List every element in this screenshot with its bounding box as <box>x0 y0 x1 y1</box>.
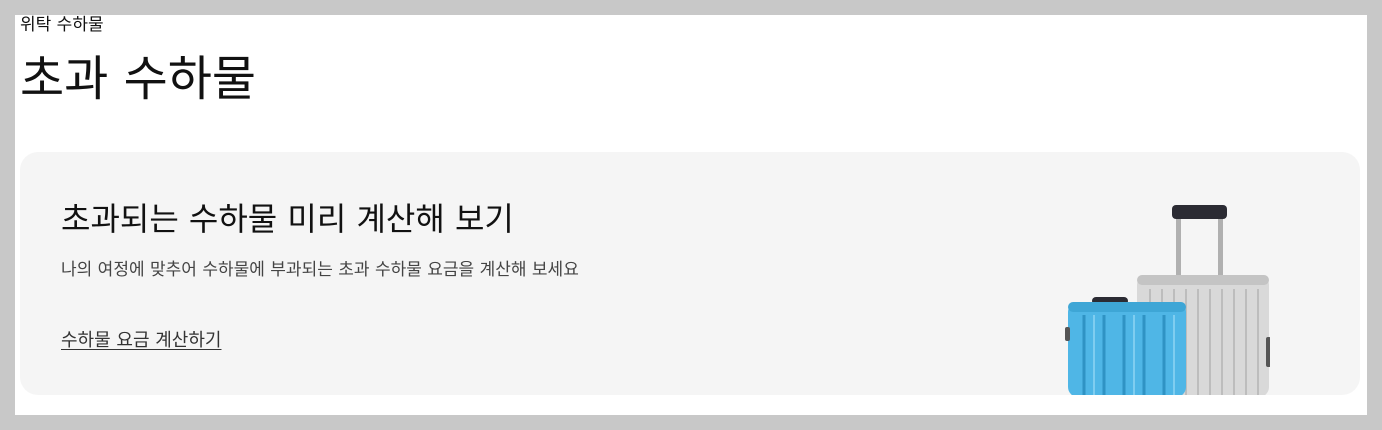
breadcrumb[interactable]: 위탁 수하물 <box>20 15 104 35</box>
page-title: 초과 수하물 <box>20 51 257 107</box>
calculate-baggage-fee-link[interactable]: 수하물 요금 계산하기 <box>61 329 221 353</box>
card-title: 초과되는 수하물 미리 계산해 보기 <box>61 200 514 238</box>
card-description: 나의 여정에 맞추어 수하물에 부과되는 초과 수하물 요금을 계산해 보세요 <box>61 260 579 280</box>
luggage-illustration <box>1065 205 1270 395</box>
page-container: 위탁 수하물 초과 수하물 초과되는 수하물 미리 계산해 보기 나의 여정에 … <box>15 15 1367 415</box>
blue-suitcase <box>1065 297 1186 395</box>
baggage-calculator-card: 초과되는 수하물 미리 계산해 보기 나의 여정에 맞추어 수하물에 부과되는 … <box>20 152 1360 395</box>
